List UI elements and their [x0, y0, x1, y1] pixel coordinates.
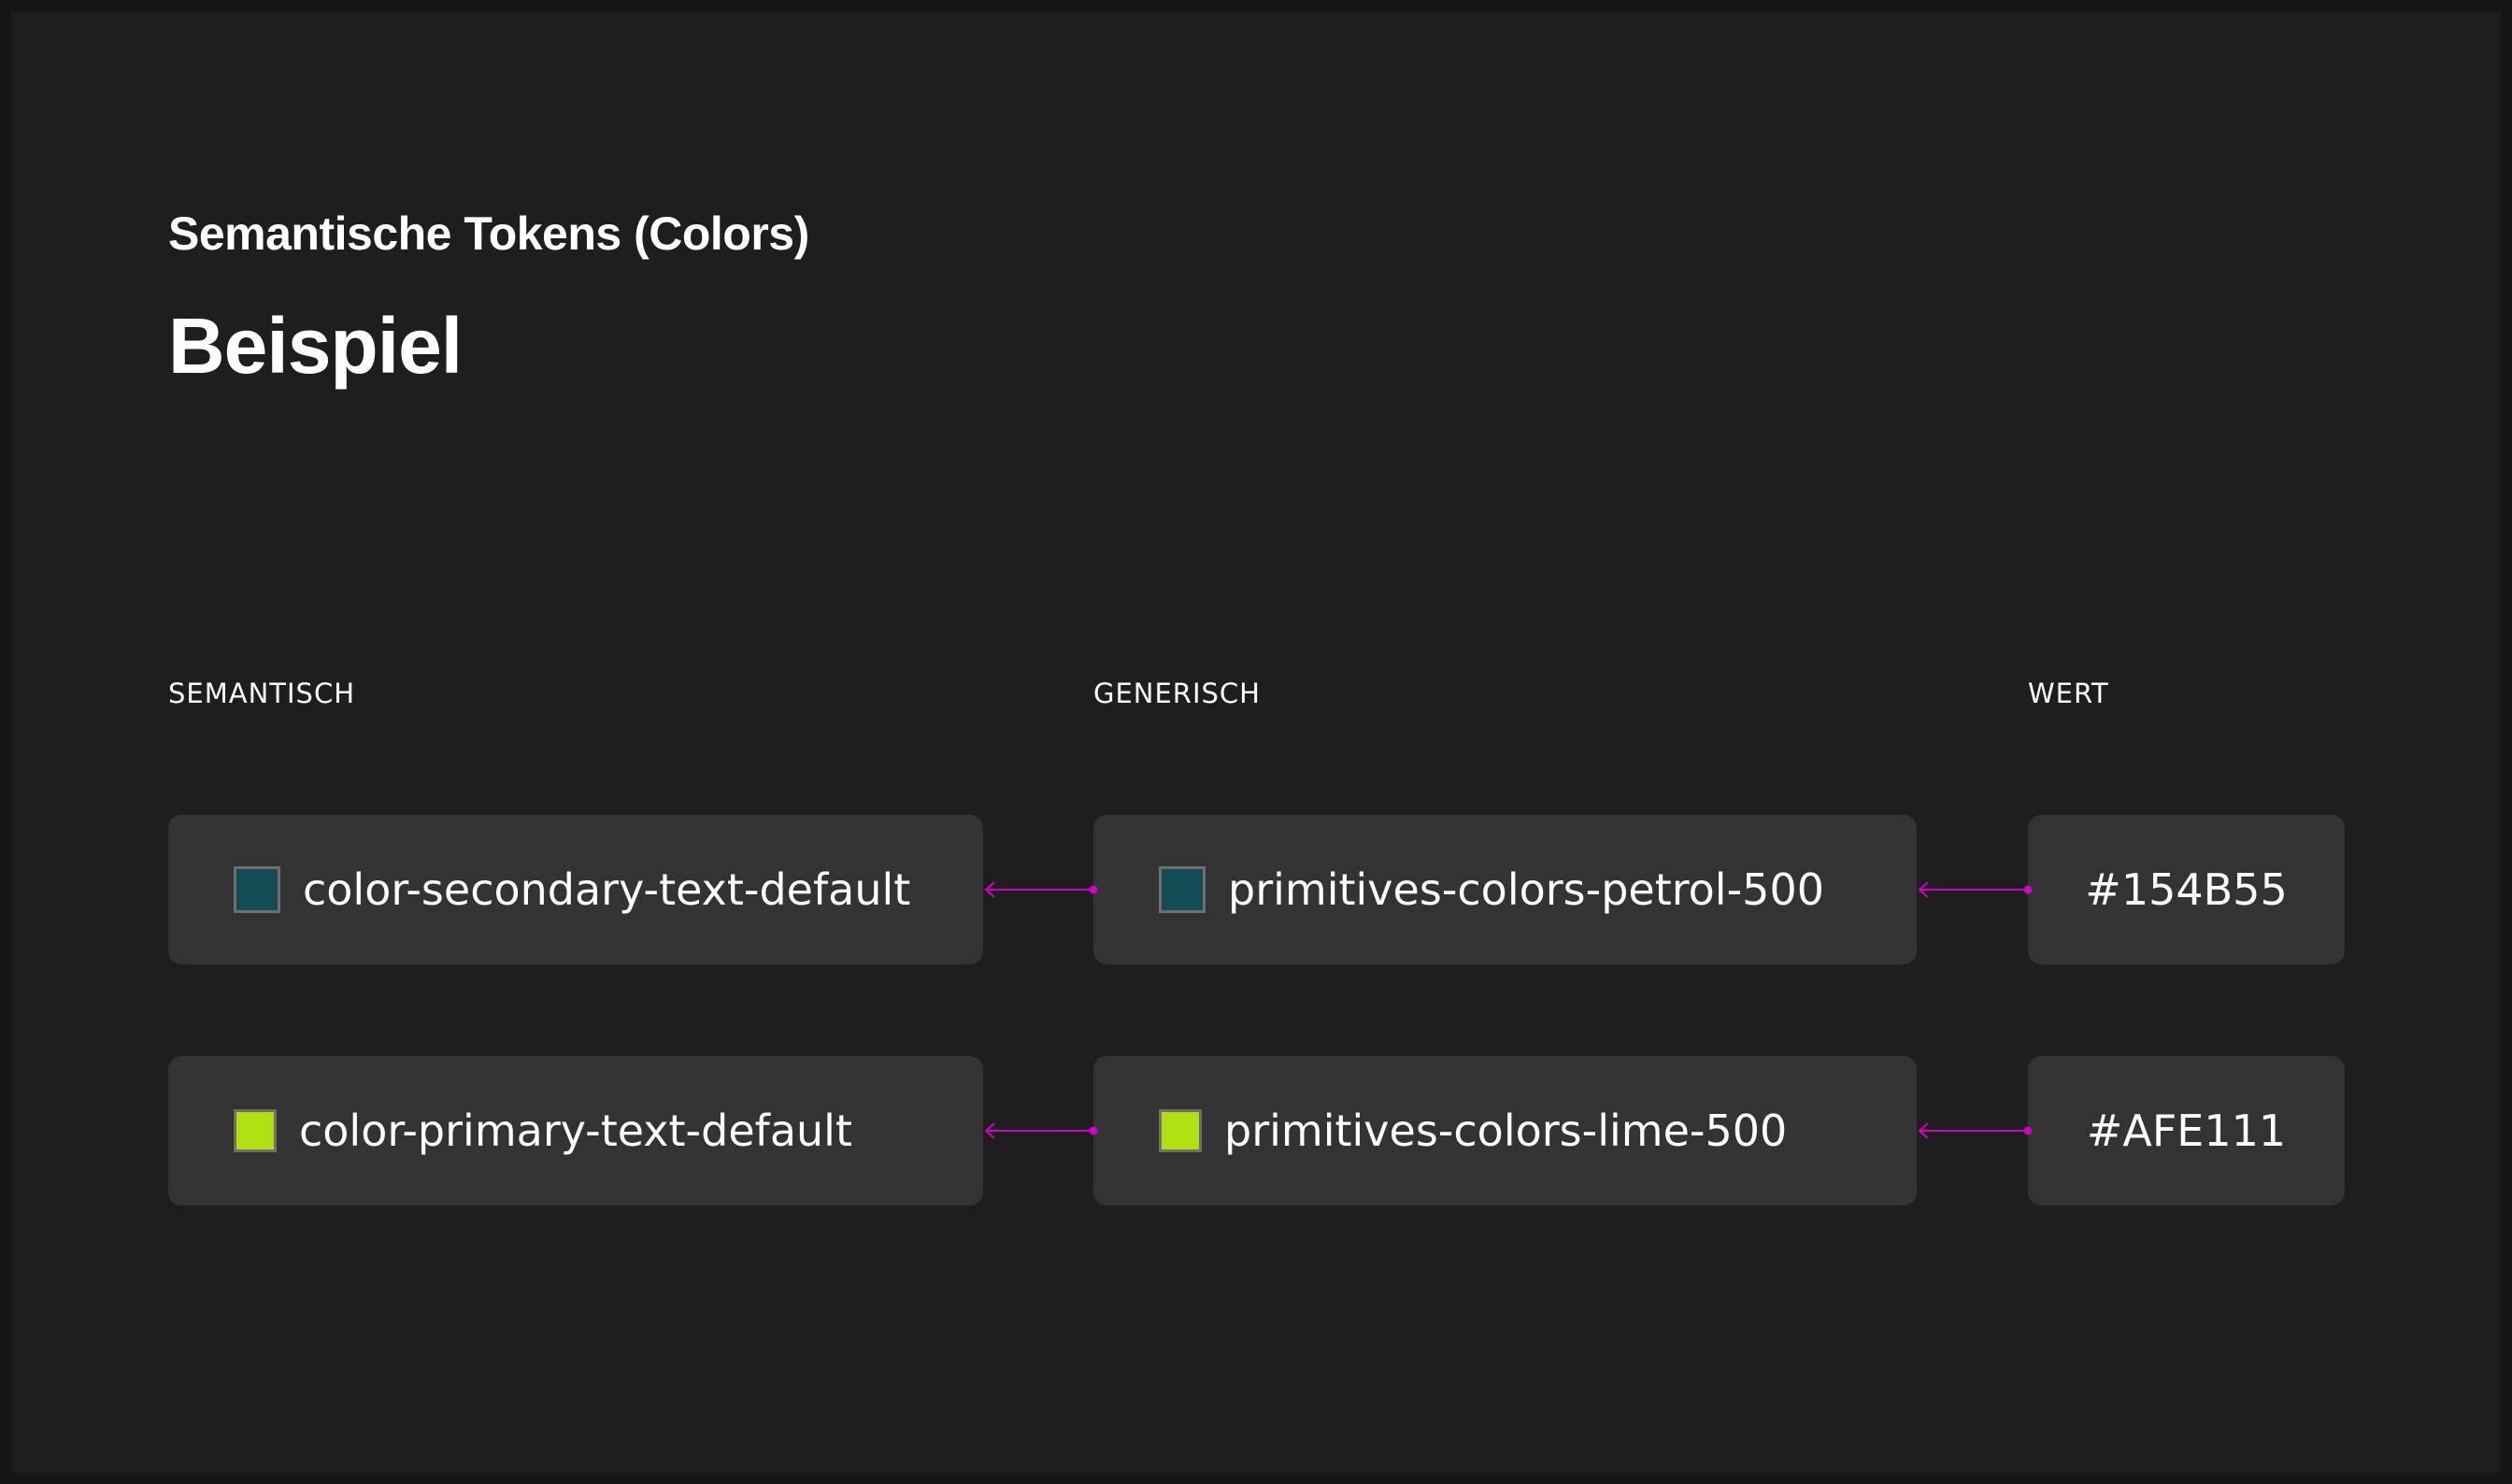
column-header-semantic: SEMANTISCH [168, 678, 356, 709]
color-swatch [234, 1109, 277, 1152]
page-title: Beispiel [168, 302, 463, 390]
generic-token-name: primitives-colors-petrol-500 [1228, 864, 1824, 915]
semantic-token-card[interactable]: color-secondary-text-default [168, 815, 983, 964]
semantic-token-name: color-secondary-text-default [303, 864, 911, 915]
hex-value: #AFE111 [2086, 1106, 2287, 1156]
color-swatch [234, 866, 280, 913]
color-swatch [1159, 1109, 1202, 1152]
value-card[interactable]: #AFE111 [2028, 1056, 2345, 1206]
semantic-token-name: color-primary-text-default [299, 1106, 852, 1156]
color-swatch [1159, 866, 1206, 913]
generic-token-card[interactable]: primitives-colors-petrol-500 [1093, 815, 1917, 964]
generic-token-name: primitives-colors-lime-500 [1224, 1106, 1788, 1156]
semantic-token-card[interactable]: color-primary-text-default [168, 1056, 983, 1206]
section-subtitle: Semantische Tokens (Colors) [168, 207, 809, 260]
column-header-generic: GENERISCH [1093, 678, 1261, 709]
hex-value: #154B55 [2085, 864, 2288, 915]
value-card[interactable]: #154B55 [2028, 815, 2345, 964]
column-header-value: WERT [2028, 678, 2109, 709]
generic-token-card[interactable]: primitives-colors-lime-500 [1093, 1056, 1917, 1206]
